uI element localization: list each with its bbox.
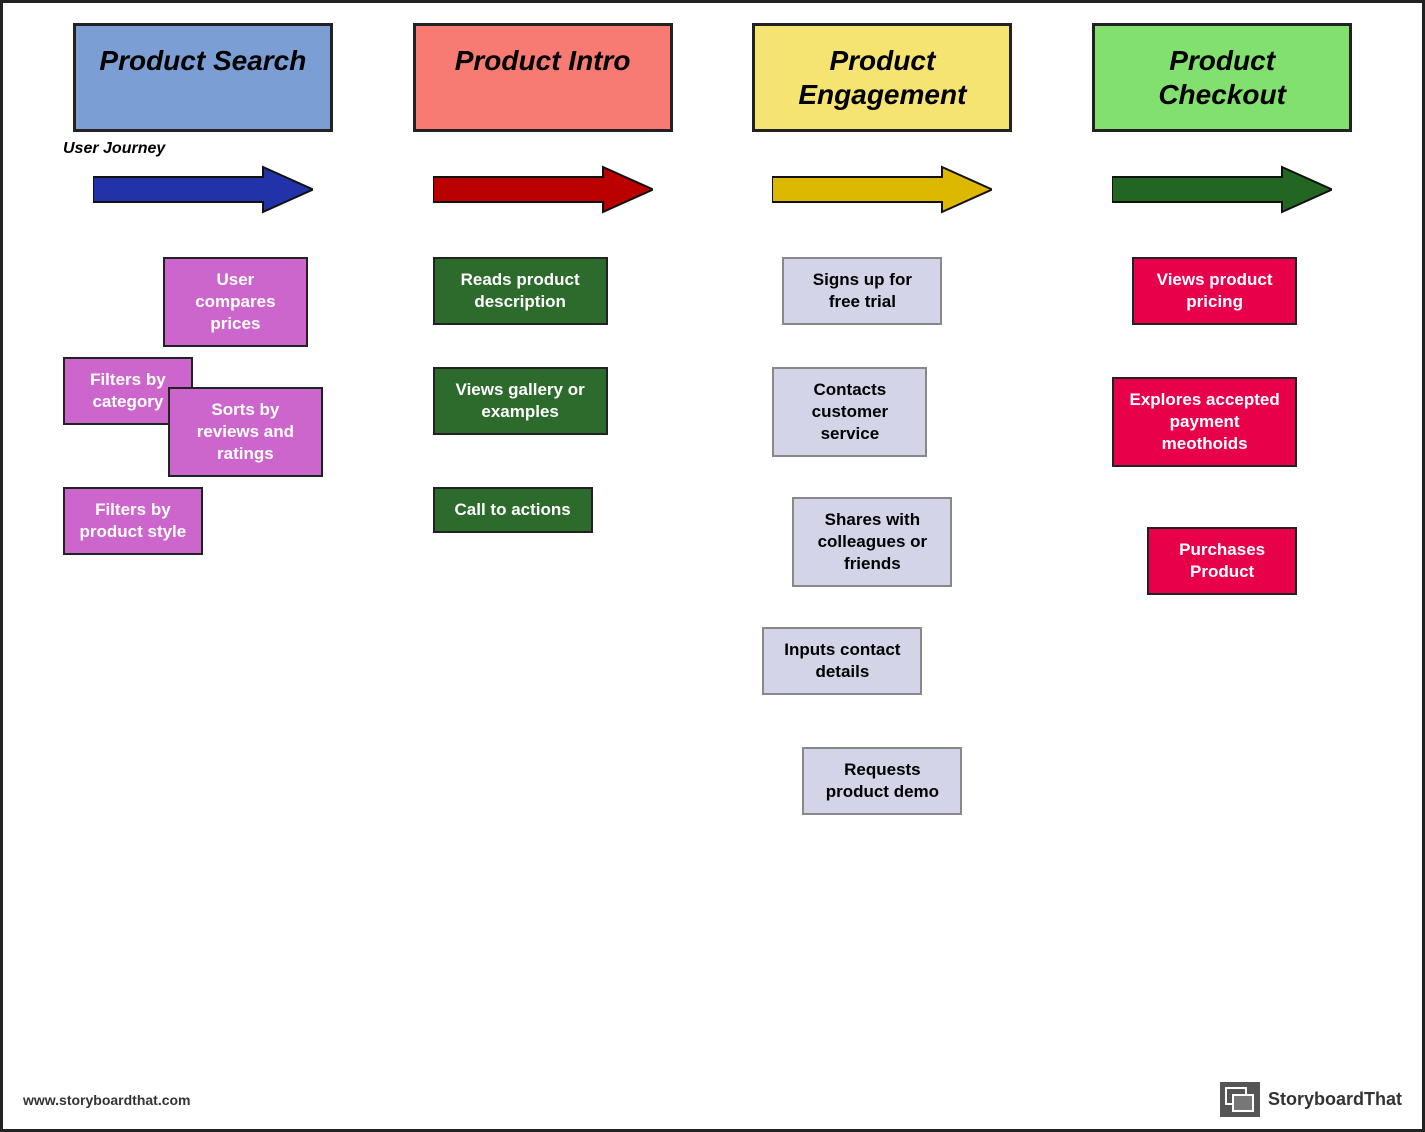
col-product-search: User compares prices Filters by category… [63, 257, 343, 677]
card-inputs: Inputs contact details [762, 627, 922, 695]
footer: www.storyboardthat.com StoryboardThat [23, 1082, 1402, 1117]
columns-row: Product Search Product Intro ProductEnga… [33, 23, 1392, 132]
col1-items: User compares prices Filters by category… [63, 257, 343, 677]
content-area: User compares prices Filters by category… [33, 257, 1392, 857]
arrow-green [1112, 162, 1332, 217]
arrow-wrapper-2 [413, 162, 673, 217]
card-contacts: Contacts customer service [772, 367, 927, 457]
col2-items: Reads product description Views gallery … [403, 257, 683, 677]
arrow-wrapper-3 [752, 162, 1012, 217]
card-user-compares: User compares prices [163, 257, 308, 347]
card-explores: Explores accepted payment meothoids [1112, 377, 1297, 467]
arrow-blue [93, 162, 313, 217]
main-container: Product Search Product Intro ProductEnga… [3, 3, 1422, 1129]
footer-logo-text: StoryboardThat [1268, 1089, 1402, 1110]
header-product-checkout: ProductCheckout [1092, 23, 1352, 132]
arrow-wrapper-1 [73, 162, 333, 217]
header-product-engagement: ProductEngagement [752, 23, 1012, 132]
card-reads-description: Reads product description [433, 257, 608, 325]
arrow-yellow [772, 162, 992, 217]
header-product-intro: Product Intro [413, 23, 673, 132]
card-views-pricing: Views product pricing [1132, 257, 1297, 325]
card-views-gallery: Views gallery or examples [433, 367, 608, 435]
card-filters-style: Filters by product style [63, 487, 203, 555]
card-purchases: Purchases Product [1147, 527, 1297, 595]
card-shares: Shares with colleagues or friends [792, 497, 952, 587]
arrow-wrapper-4 [1092, 162, 1352, 217]
arrow-red [433, 162, 653, 217]
col4-items: Views product pricing Explores accepted … [1082, 257, 1362, 757]
card-requests: Requests product demo [802, 747, 962, 815]
col3-items: Signs up for free trial Contacts custome… [742, 257, 1022, 857]
arrows-row: User Journey [33, 162, 1392, 217]
col-product-engagement: Signs up for free trial Contacts custome… [742, 257, 1022, 857]
footer-url: www.storyboardthat.com [23, 1092, 191, 1108]
arrow-label: User Journey [63, 140, 165, 158]
card-cta: Call to actions [433, 487, 593, 533]
footer-logo: StoryboardThat [1220, 1082, 1402, 1117]
card-signs-up: Signs up for free trial [782, 257, 942, 325]
storyboardthat-icon [1220, 1082, 1260, 1117]
header-product-search: Product Search [73, 23, 333, 132]
col-product-checkout: Views product pricing Explores accepted … [1082, 257, 1362, 757]
card-sorts: Sorts by reviews and ratings [168, 387, 323, 477]
col-product-intro: Reads product description Views gallery … [403, 257, 683, 677]
